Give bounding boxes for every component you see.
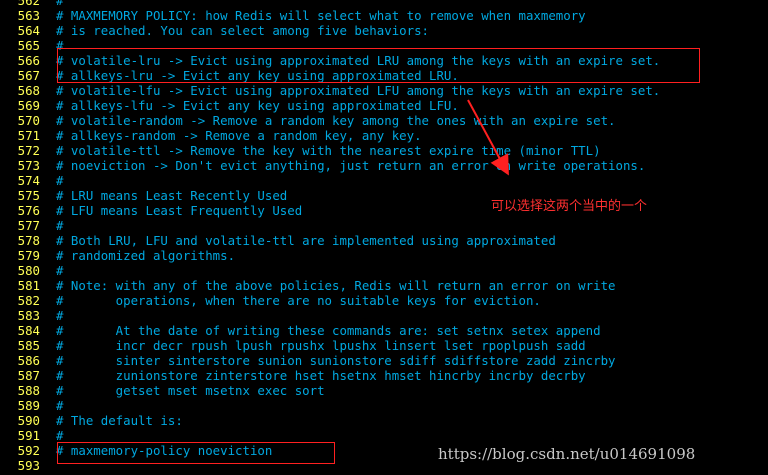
watermark: https://blog.csdn.net/u014691098 — [438, 445, 696, 463]
annotation-arrow — [467, 99, 509, 176]
annotation-note: 可以选择这两个当中的一个 — [491, 199, 648, 214]
